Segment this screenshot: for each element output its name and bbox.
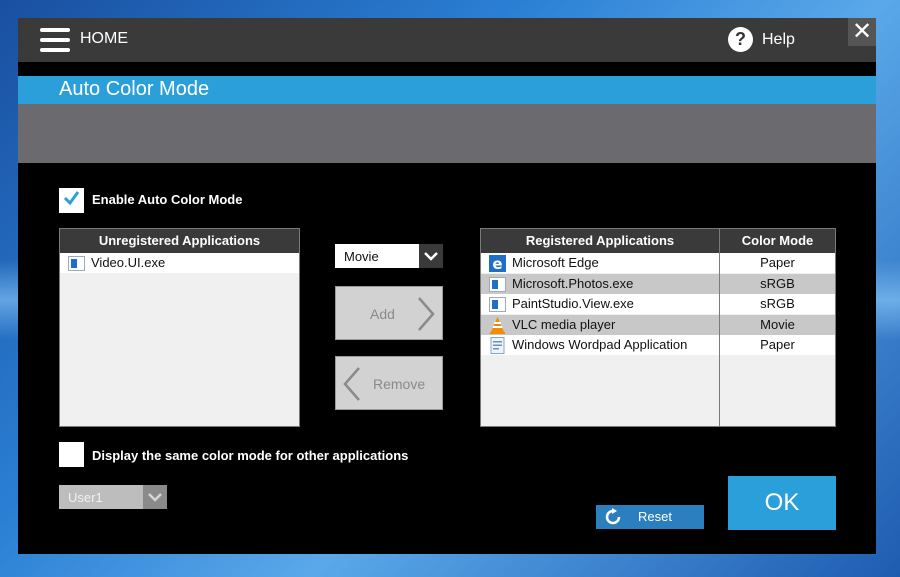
color-mode-select[interactable]: Movie — [335, 244, 443, 268]
app-name: Windows Wordpad Application — [512, 337, 688, 352]
app-name: Microsoft.Photos.exe — [512, 276, 634, 291]
registered-applications-header: Registered Applications — [481, 229, 719, 253]
vlc-cone-icon — [490, 317, 505, 334]
table-row[interactable]: VLC media player Movie — [481, 315, 835, 335]
color-mode-header: Color Mode — [720, 229, 835, 253]
app-name: Microsoft Edge — [512, 255, 599, 270]
window-app-icon — [489, 297, 506, 312]
table-row[interactable]: PaintStudio.View.exe sRGB — [481, 294, 835, 314]
chevron-down-icon — [143, 485, 167, 509]
same-color-mode-checkbox[interactable] — [59, 442, 84, 467]
remove-button-label: Remove — [373, 376, 426, 392]
hamburger-menu-icon[interactable] — [40, 27, 72, 53]
color-mode-select-value: Movie — [344, 249, 379, 264]
reset-button-label: Reset — [638, 509, 672, 524]
wordpad-icon — [490, 337, 505, 354]
enable-auto-color-mode-checkbox[interactable] — [59, 188, 84, 213]
close-button[interactable]: ✕ — [848, 18, 876, 46]
refresh-icon — [605, 508, 621, 525]
table-row[interactable]: Microsoft.Photos.exe sRGB — [481, 274, 835, 294]
title-bar: Auto Color Mode — [18, 76, 876, 104]
enable-auto-color-mode-label: Enable Auto Color Mode — [92, 192, 243, 207]
page-title: Auto Color Mode — [59, 78, 210, 100]
header-band — [18, 104, 876, 163]
chevron-left-icon — [343, 367, 360, 401]
ok-button[interactable]: OK — [728, 476, 836, 530]
svg-text:e: e — [492, 255, 502, 272]
user-select[interactable]: User1 — [59, 485, 167, 509]
remove-button[interactable]: Remove — [335, 356, 443, 410]
color-mode-value: sRGB — [760, 276, 795, 291]
app-name: PaintStudio.View.exe — [512, 296, 634, 311]
same-color-mode-label: Display the same color mode for other ap… — [92, 448, 409, 463]
chevron-down-icon — [419, 244, 443, 268]
list-item[interactable]: Video.UI.exe — [60, 253, 299, 273]
app-name: Video.UI.exe — [91, 255, 166, 270]
chevron-right-icon — [418, 297, 435, 331]
color-mode-value: Movie — [760, 317, 795, 332]
window-app-icon — [489, 277, 506, 292]
window-app-icon — [68, 256, 85, 271]
unregistered-applications-list[interactable]: Unregistered Applications Video.UI.exe — [59, 228, 300, 427]
reset-button[interactable]: Reset — [596, 505, 704, 529]
checkmark-icon — [63, 191, 80, 206]
top-bar: HOME ? Help ✕ — [18, 18, 876, 62]
add-button-label: Add — [370, 306, 395, 322]
color-mode-value: sRGB — [760, 296, 795, 311]
add-button[interactable]: Add — [335, 286, 443, 340]
edge-icon: e — [489, 255, 506, 272]
color-mode-value: Paper — [760, 255, 795, 270]
home-label[interactable]: HOME — [80, 30, 128, 48]
color-mode-value: Paper — [760, 337, 795, 352]
app-name: VLC media player — [512, 317, 616, 332]
auto-color-mode-window: HOME ? Help ✕ Auto Color Mode Enable Aut… — [18, 18, 876, 554]
user-select-value: User1 — [68, 490, 103, 505]
unregistered-applications-header: Unregistered Applications — [60, 229, 299, 253]
help-label[interactable]: Help — [762, 31, 795, 49]
registered-applications-table[interactable]: Registered Applications Color Mode e Mic… — [480, 228, 836, 427]
column-divider — [719, 229, 720, 426]
question-mark-icon[interactable]: ? — [728, 27, 753, 52]
table-row[interactable]: Windows Wordpad Application Paper — [481, 335, 835, 355]
table-row[interactable]: e Microsoft Edge Paper — [481, 253, 835, 273]
